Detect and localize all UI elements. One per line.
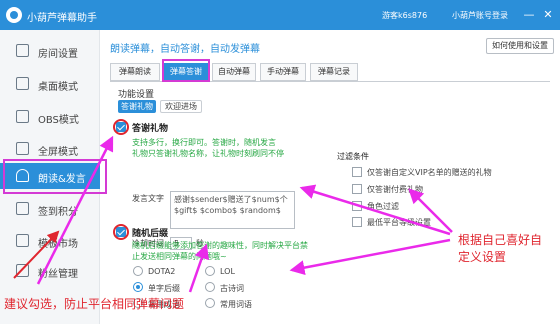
page-title: 朗读弹幕，自动答谢，自动发弹幕 — [110, 44, 260, 55]
right-annotation: 根据自己喜好自定义设置 — [458, 233, 543, 264]
filter-level-label: 最低平台等级设置 — [367, 218, 431, 227]
bottom-annotation: 建议勾选，防止平台相同弹幕问题 — [4, 297, 185, 311]
radio-single-char-label: 单字后缀 — [148, 284, 180, 293]
thanks-desc-line-2: 礼物只答谢礼物名称，让礼物时刻刷同不停 — [132, 149, 284, 158]
radio-poetry[interactable] — [205, 282, 215, 292]
filter-role-checkbox[interactable] — [352, 201, 362, 211]
template-icon — [16, 234, 29, 247]
sidebar-highlight-box — [3, 159, 107, 194]
filter-paid-label: 仅答谢付费礼物 — [367, 185, 423, 194]
sidebar-item-label: 桌面模式 — [38, 82, 78, 93]
tab-danmaku-read[interactable]: 弹幕朗读 — [110, 63, 160, 81]
filter-vip-label: 仅答谢自定义VIP名单的赠送的礼物 — [367, 168, 492, 177]
sidebar-item-obs-mode[interactable]: OBS模式 — [0, 104, 100, 130]
filter-level-checkbox[interactable] — [352, 217, 362, 227]
random-suffix-label: 随机后缀 — [132, 229, 169, 239]
tab-auto-danmaku[interactable]: 自动弹幕 — [212, 63, 256, 81]
app-title: 小葫芦弹幕助手 — [27, 13, 97, 24]
radio-dota2[interactable] — [133, 266, 143, 276]
thanks-gift-label: 答谢礼物 — [132, 124, 169, 134]
sidebar-item-template-market[interactable]: 模板市场 — [0, 228, 100, 254]
checkbox-highlight-circle — [113, 119, 129, 135]
fullscreen-icon — [16, 142, 29, 155]
subtab-welcome-enter[interactable]: 欢迎进场 — [160, 100, 202, 113]
home-icon — [16, 44, 29, 57]
fans-icon — [16, 264, 29, 277]
app-logo-icon — [6, 7, 22, 23]
tab-danmaku-log[interactable]: 弹幕记录 — [310, 63, 358, 81]
checkbox-highlight-circle — [113, 224, 129, 240]
section-title: 功能设置 — [118, 90, 155, 100]
sidebar-item-label: 签到积分 — [38, 207, 78, 218]
sidebar-item-label: 全屏模式 — [38, 147, 78, 158]
filter-title: 过滤条件 — [337, 152, 369, 161]
radio-dota2-label: DOTA2 — [148, 267, 176, 276]
sidebar-item-label: 房间设置 — [38, 49, 78, 60]
filter-paid-checkbox[interactable] — [352, 184, 362, 194]
random-suffix-desc-line-2: 止发送相同弹幕的问题哦~ — [132, 252, 227, 261]
speech-text-label: 发言文字 — [132, 194, 164, 203]
random-suffix-desc-line-1: 随机后缀能够添加答谢的趣味性，同时解决平台禁 — [132, 241, 308, 250]
close-icon[interactable]: ✕ — [540, 7, 556, 23]
thanks-desc-line-1: 支持多行，换行即可。答谢时，随机发言 — [132, 138, 276, 147]
sidebar-item-label: OBS模式 — [38, 115, 79, 126]
help-button[interactable]: 如何使用和设置 — [486, 38, 554, 54]
obs-icon — [16, 110, 29, 123]
account-login-link[interactable]: 小葫芦账号登录 — [452, 10, 508, 21]
radio-lol-label: LOL — [220, 267, 235, 276]
filter-vip-checkbox[interactable] — [352, 167, 362, 177]
desktop-icon — [16, 77, 29, 90]
guest-username: 游客k6s876 — [382, 11, 428, 20]
main-panel: 朗读弹幕，自动答谢，自动发弹幕 如何使用和设置 弹幕朗读 弹幕答谢 自动弹幕 手… — [100, 30, 560, 324]
minimize-icon[interactable]: — — [521, 7, 537, 23]
sidebar-item-room-settings[interactable]: 房间设置 — [0, 38, 100, 64]
title-bar: 小葫芦弹幕助手 游客k6s876 小葫芦账号登录 — ✕ — [0, 0, 560, 30]
tab-manual-danmaku[interactable]: 手动弹幕 — [260, 63, 306, 81]
tab-highlight-box — [162, 59, 210, 82]
calendar-icon — [16, 202, 29, 215]
sidebar-item-label: 粉丝管理 — [38, 269, 78, 280]
filter-role-label: 角色过滤 — [367, 202, 399, 211]
speech-text-input[interactable]: 感谢$sender$赠送了$num$个$gift$ $combo$ $rando… — [170, 191, 295, 229]
sidebar-item-checkin-points[interactable]: 签到积分 — [0, 196, 100, 222]
radio-single-char[interactable] — [133, 282, 143, 292]
radio-lol[interactable] — [205, 266, 215, 276]
radio-poetry-label: 古诗词 — [220, 284, 244, 293]
subtab-thanks-gift[interactable]: 答谢礼物 — [118, 100, 156, 113]
sidebar-item-desktop-mode[interactable]: 桌面模式 — [0, 71, 100, 97]
sidebar-item-label: 模板市场 — [38, 239, 78, 250]
sidebar-item-fans-management[interactable]: 粉丝管理 — [0, 258, 100, 284]
